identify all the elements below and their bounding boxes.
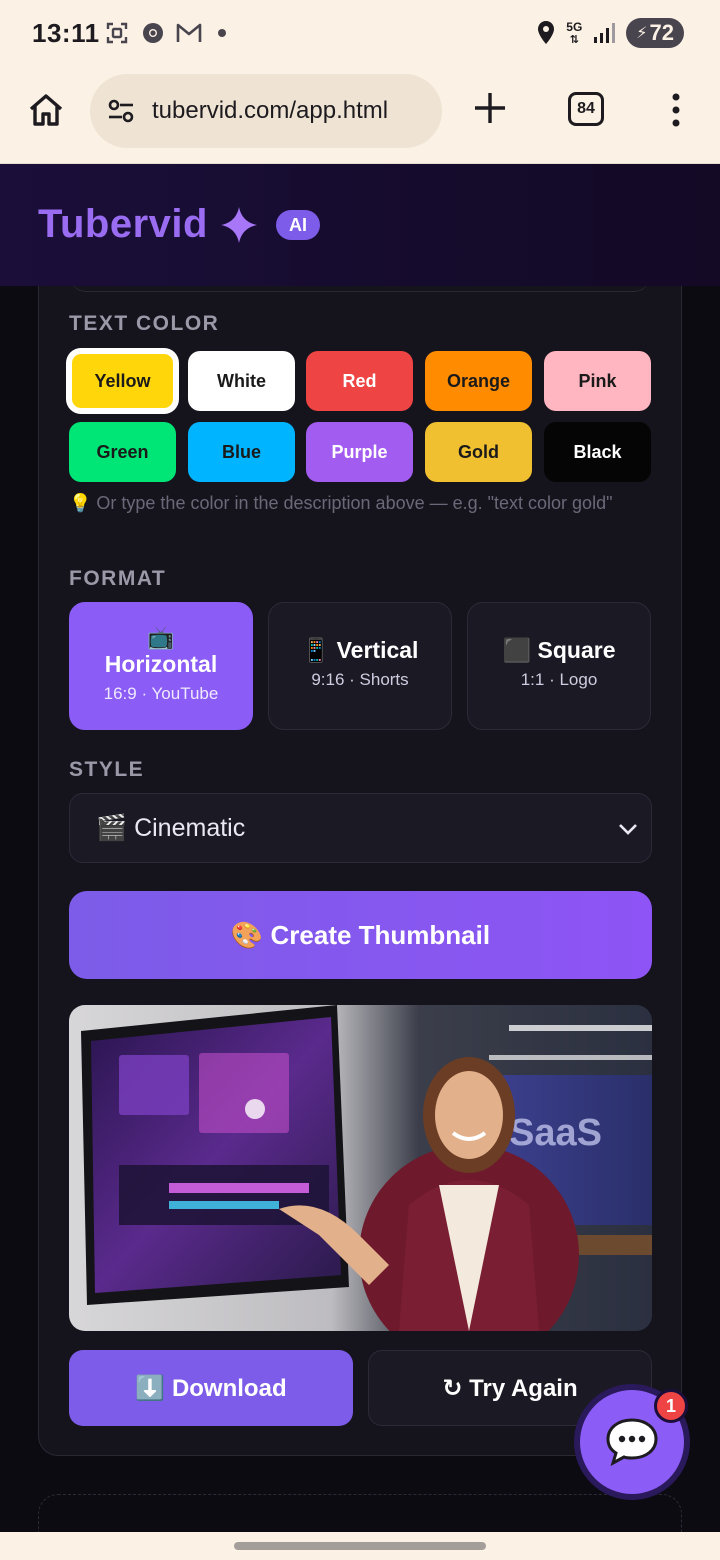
site-settings-icon[interactable]: [106, 96, 136, 126]
color-swatch-purple[interactable]: Purple: [306, 422, 413, 482]
brand-logo[interactable]: Tubervid: [38, 202, 208, 247]
signal-icon: [594, 23, 616, 43]
format-subtitle: 16:9 · YouTube: [103, 684, 219, 703]
color-swatch-yellow[interactable]: Yellow: [69, 351, 176, 411]
color-swatch-red[interactable]: Red: [306, 351, 413, 411]
tab-switcher-button[interactable]: 84: [568, 92, 604, 126]
color-swatch-black[interactable]: Black: [544, 422, 651, 482]
format-square-button[interactable]: ⬛ Square 1:1 · Logo: [467, 602, 651, 730]
format-vertical-button[interactable]: 📱 Vertical 9:16 · Shorts: [268, 602, 452, 730]
chat-notification-badge: 1: [654, 1389, 688, 1423]
color-swatch-white[interactable]: White: [188, 351, 295, 411]
color-swatch-orange[interactable]: Orange: [425, 351, 532, 411]
status-right-icons: 5G ⇅ ⚡ 72: [536, 18, 684, 48]
sparkle-icon: [221, 207, 257, 243]
browser-toolbar: tubervid.com/app.html 84: [0, 66, 720, 164]
phone-icon: 📱: [301, 637, 331, 663]
format-subtitle: 1:1 · Logo: [520, 670, 598, 689]
system-nav-bar: [0, 1532, 720, 1560]
style-label: STYLE: [69, 758, 145, 781]
ai-badge: AI: [276, 210, 320, 240]
style-select[interactable]: 🎬 Cinematic: [69, 793, 652, 863]
format-subtitle: 9:16 · Shorts: [311, 670, 409, 689]
more-menu-icon[interactable]: [664, 92, 688, 128]
home-icon[interactable]: [26, 90, 66, 130]
chrome-icon: [140, 20, 166, 46]
chevron-down-icon: [619, 824, 637, 835]
svg-text:SaaS: SaaS: [509, 1112, 602, 1154]
chat-bubble-icon: [606, 1418, 658, 1467]
color-swatch-green[interactable]: Green: [69, 422, 176, 482]
location-icon: [538, 21, 555, 44]
status-bar: 13:11 5G ⇅ ⚡ 72: [0, 0, 720, 66]
url-text: tubervid.com/app.html: [152, 97, 389, 124]
format-title: 📱 Vertical: [301, 637, 419, 663]
network-indicator: 5G ⇅: [566, 19, 583, 46]
color-swatch-gold[interactable]: Gold: [425, 422, 532, 482]
format-title: Horizontal: [104, 651, 218, 677]
home-gesture-handle[interactable]: [234, 1542, 486, 1550]
text-color-label: TEXT COLOR: [69, 312, 220, 335]
screenshot-icon: [104, 20, 130, 46]
format-horizontal-button[interactable]: 📺 Horizontal 16:9 · YouTube: [69, 602, 253, 730]
create-thumbnail-button[interactable]: 🎨 Create Thumbnail: [69, 891, 652, 979]
description-input-edge[interactable]: [70, 286, 650, 292]
app-header: Tubervid AI: [0, 164, 720, 286]
text-color-hint: 💡 Or type the color in the description a…: [69, 493, 613, 513]
main-content: TEXT COLOR Yellow White Red Orange Pink Green…: [0, 286, 720, 1532]
next-section-card: [38, 1494, 682, 1532]
square-icon: ⬛: [502, 637, 532, 663]
status-left-icons: [104, 20, 226, 46]
color-swatch-pink[interactable]: Pink: [544, 351, 651, 411]
status-time: 13:11: [32, 18, 100, 48]
battery-indicator: ⚡ 72: [626, 18, 684, 48]
notification-dot-icon: [218, 29, 226, 37]
gmail-icon: [176, 20, 202, 46]
address-bar[interactable]: tubervid.com/app.html: [90, 74, 442, 148]
new-tab-icon[interactable]: [472, 90, 508, 126]
format-label: FORMAT: [69, 567, 167, 590]
download-button[interactable]: ⬇️ Download: [69, 1350, 353, 1426]
color-swatch-blue[interactable]: Blue: [188, 422, 295, 482]
format-title: ⬛ Square: [502, 637, 616, 663]
style-selected-value: 🎬 Cinematic: [96, 813, 246, 842]
generated-thumbnail-image[interactable]: SaaS: [69, 1005, 652, 1331]
tv-icon: 📺: [147, 625, 175, 650]
